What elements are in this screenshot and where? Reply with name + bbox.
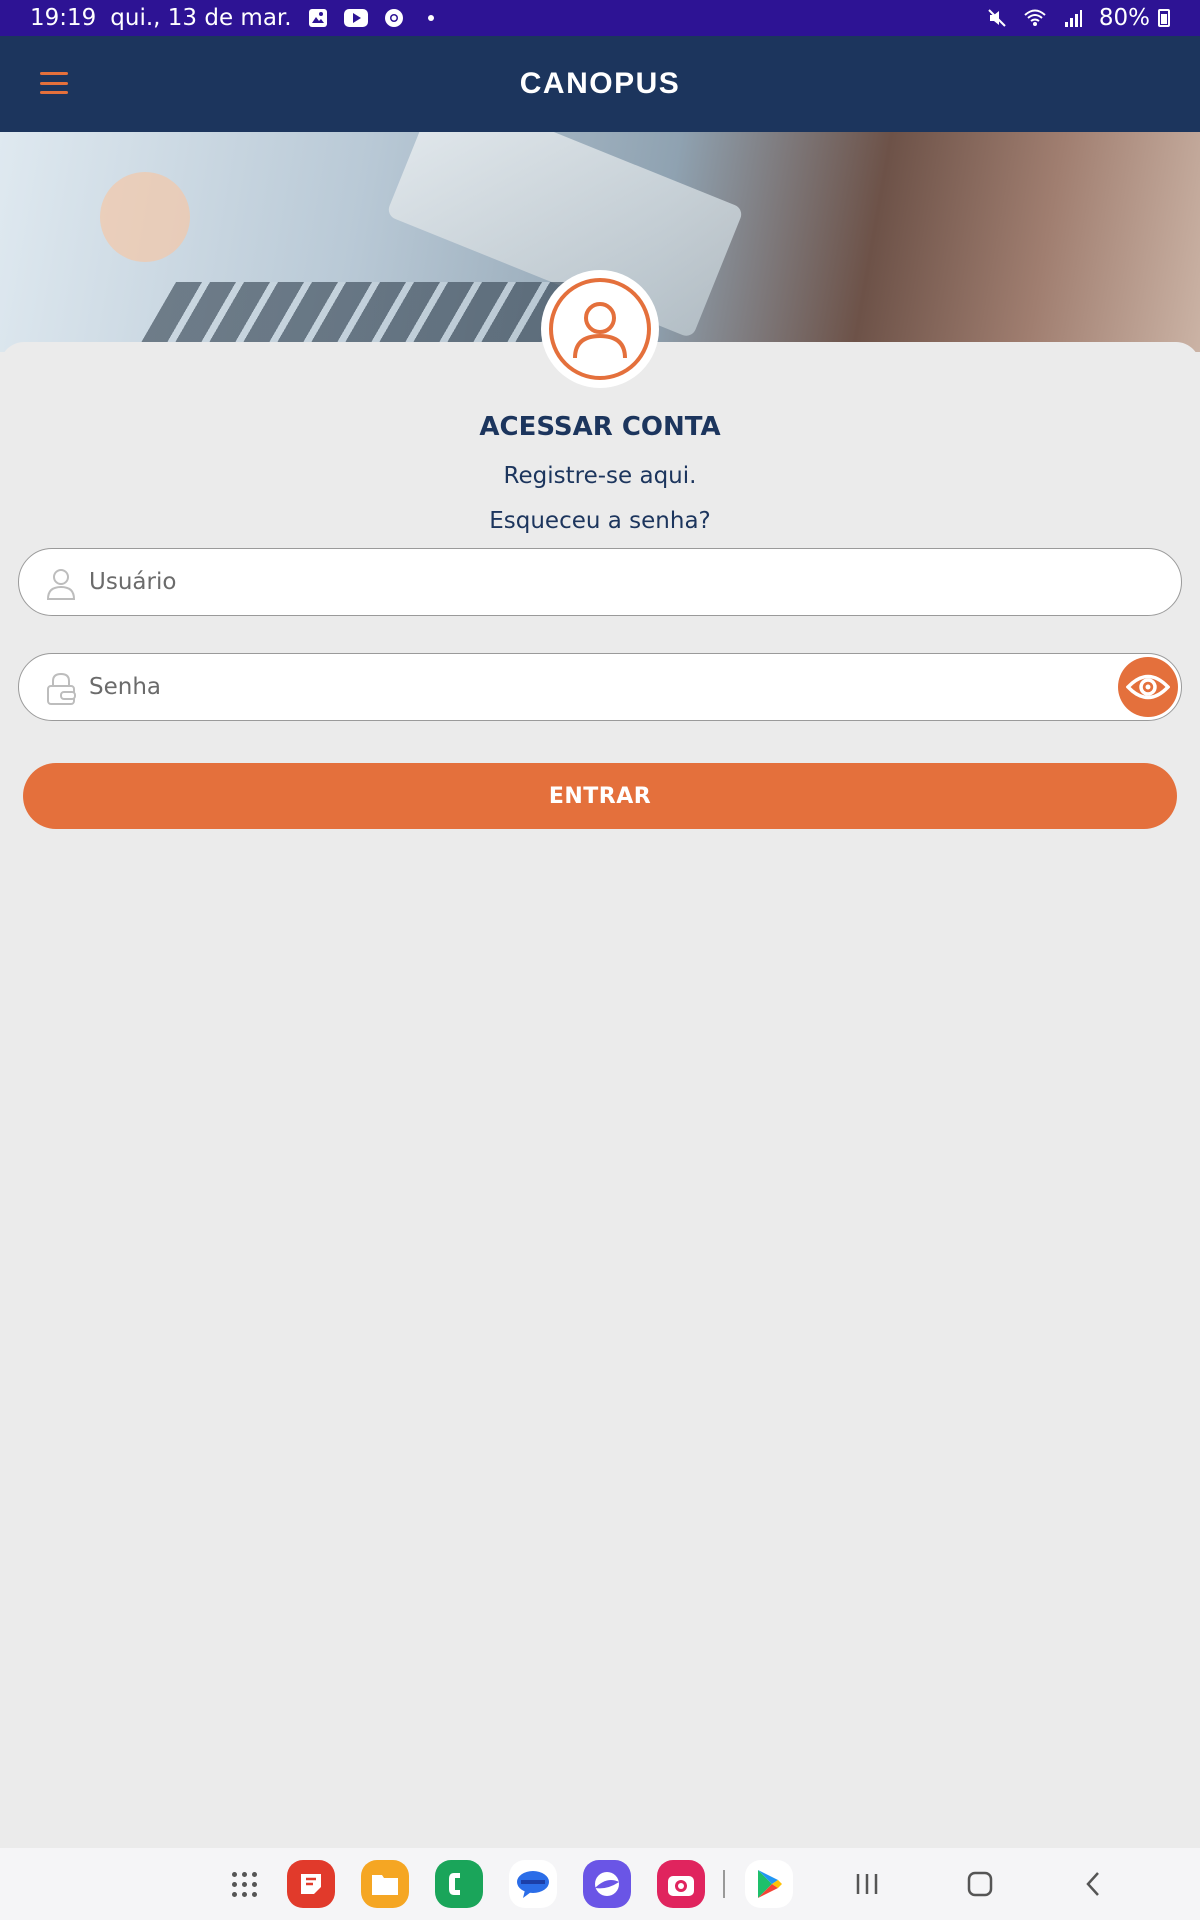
show-password-eye-icon[interactable] <box>1118 657 1178 717</box>
password-placeholder: Senha <box>89 674 161 700</box>
camera-app-icon[interactable] <box>657 1860 705 1908</box>
status-bar: 19:19 qui., 13 de mar. 80% <box>0 0 1200 36</box>
messages-app-icon[interactable] <box>509 1860 557 1908</box>
back-icon[interactable] <box>1076 1868 1110 1900</box>
dock-divider <box>723 1870 725 1898</box>
mute-icon <box>985 6 1009 30</box>
browser-app-icon[interactable] <box>583 1860 631 1908</box>
chrome-notification-icon <box>382 6 406 30</box>
home-icon[interactable] <box>963 1868 997 1900</box>
user-avatar <box>541 270 659 388</box>
user-icon <box>573 302 627 359</box>
app-drawer-icon[interactable] <box>232 1872 258 1898</box>
battery-icon <box>1158 9 1170 27</box>
phone-app-icon[interactable] <box>435 1860 483 1908</box>
more-notifications-dot <box>427 15 434 21</box>
signal-icon <box>1061 6 1085 30</box>
lock-icon <box>47 672 76 705</box>
hamburger-icon[interactable] <box>38 70 70 96</box>
files-app-icon[interactable] <box>361 1860 409 1908</box>
app-header: CANOPUS <box>0 36 1200 132</box>
date: qui., 13 de mar. <box>110 5 292 31</box>
page-title: ACESSAR CONTA <box>479 412 721 442</box>
play-store-icon[interactable] <box>745 1860 793 1908</box>
login-button[interactable]: ENTRAR <box>23 763 1177 829</box>
wifi-icon <box>1023 6 1047 30</box>
battery-percent: 80% <box>1098 5 1150 31</box>
username-field[interactable]: Usuário <box>18 548 1182 616</box>
user-outline-icon <box>46 569 76 600</box>
system-nav-bar <box>0 1848 1200 1920</box>
youtube-notification-icon <box>343 6 368 30</box>
gallery-notification-icon <box>306 6 330 30</box>
brand-logo: CANOPUS <box>519 67 681 100</box>
username-placeholder: Usuário <box>89 569 177 595</box>
notes-app-icon[interactable] <box>287 1860 335 1908</box>
forgot-password-link[interactable]: Esqueceu a senha? <box>0 508 1200 534</box>
recent-apps-icon[interactable] <box>850 1868 884 1900</box>
register-link[interactable]: Registre-se aqui. <box>0 463 1200 489</box>
password-field[interactable]: Senha <box>18 653 1182 721</box>
clock: 19:19 <box>30 5 97 31</box>
